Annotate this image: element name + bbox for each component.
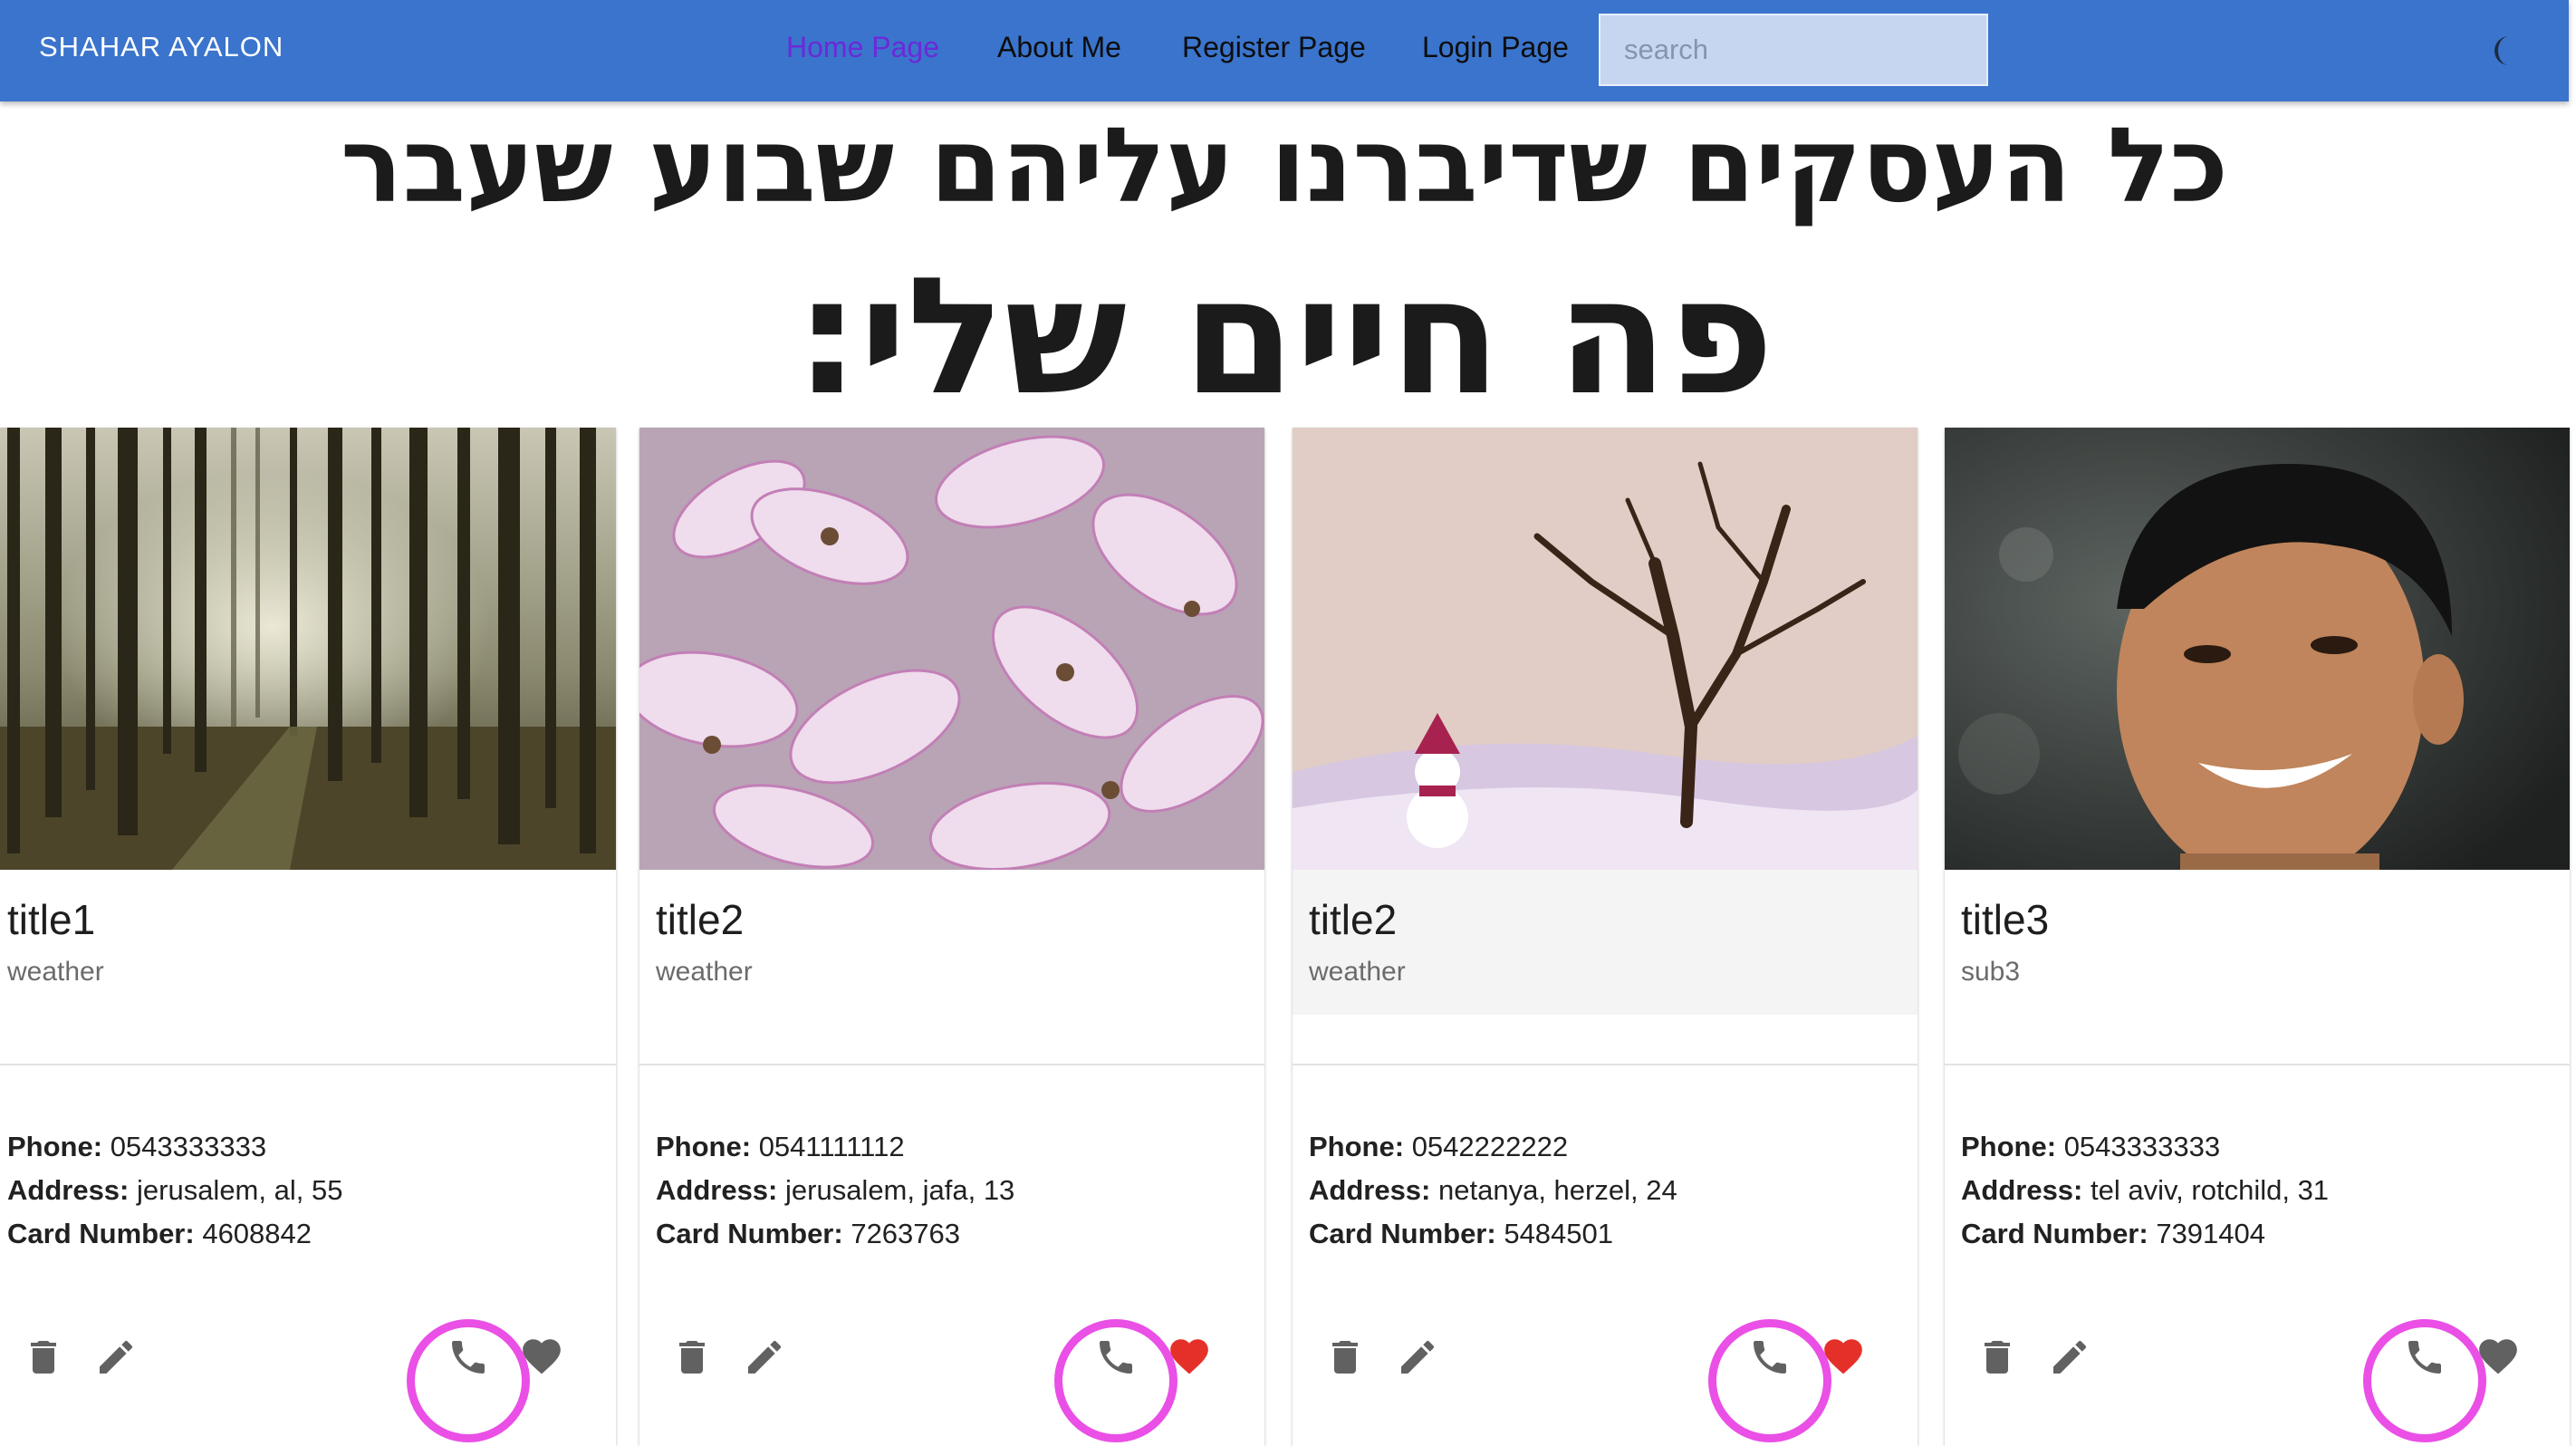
card-number-label: Card Number: xyxy=(1961,1218,2148,1249)
annotation-circle xyxy=(407,1319,530,1442)
phone-value: 0543333333 xyxy=(2063,1131,2221,1162)
edit-icon[interactable] xyxy=(2048,1335,2091,1379)
smiling-boy-photo[interactable] xyxy=(1945,428,2570,870)
card-header[interactable]: title2 weather xyxy=(639,870,1264,1033)
card-number-label: Card Number: xyxy=(656,1218,843,1249)
dark-mode-moon-icon[interactable] xyxy=(2489,33,2525,69)
forest-photo[interactable] xyxy=(0,428,616,870)
phone-label: Phone: xyxy=(1961,1131,2057,1162)
card-title: title3 xyxy=(1961,896,2050,943)
card-header[interactable]: title2 weather xyxy=(1293,870,1918,1015)
annotation-circle xyxy=(2363,1319,2486,1442)
card-subtitle: weather xyxy=(656,957,753,987)
nav-register-page[interactable]: Register Page xyxy=(1182,31,1366,64)
card-title: title2 xyxy=(656,896,745,943)
page-heading-my-life: פה חיים שלי: xyxy=(794,243,1774,430)
card-number-label: Card Number: xyxy=(1309,1218,1496,1249)
card-number: Card Number: 4608842 xyxy=(7,1218,312,1250)
address-label: Address: xyxy=(7,1174,130,1206)
address-label: Address: xyxy=(1309,1174,1431,1206)
card-subtitle: weather xyxy=(7,957,104,987)
address-label: Address: xyxy=(1961,1174,2083,1206)
annotation-circle xyxy=(1054,1319,1177,1442)
business-card[interactable]: title2 weather Phone: 0541111112 Address: j… xyxy=(639,428,1264,1446)
annotation-circle xyxy=(1708,1319,1831,1442)
card-phone: Phone: 0543333333 xyxy=(1961,1131,2220,1163)
snowman-tree-illustration[interactable] xyxy=(1293,428,1918,870)
phone-value: 0543333333 xyxy=(110,1131,267,1162)
page-edge xyxy=(2569,0,2576,1446)
card-number-value: 7391404 xyxy=(2156,1218,2266,1249)
edit-icon[interactable] xyxy=(1396,1335,1439,1379)
brand-name[interactable]: SHAHAR AYALON xyxy=(39,31,284,63)
nav-home-page[interactable]: Home Page xyxy=(786,31,939,64)
delete-icon[interactable] xyxy=(22,1335,65,1379)
pink-flowers-photo[interactable] xyxy=(639,428,1264,870)
nav-about-me[interactable]: About Me xyxy=(997,31,1121,64)
card-divider xyxy=(0,1064,616,1065)
address-value: jerusalem, al, 55 xyxy=(137,1174,343,1206)
card-number-label: Card Number: xyxy=(7,1218,195,1249)
card-phone: Phone: 0542222222 xyxy=(1309,1131,1568,1163)
business-card[interactable]: title2 weather Phone: 0542222222 Address: n… xyxy=(1293,428,1918,1446)
delete-icon[interactable] xyxy=(670,1335,714,1379)
card-number: Card Number: 7391404 xyxy=(1961,1218,2265,1250)
card-address: Address: tel aviv, rotchild, 31 xyxy=(1961,1174,2329,1207)
phone-value: 0541111112 xyxy=(758,1131,905,1162)
card-number-value: 4608842 xyxy=(202,1218,312,1249)
card-subtitle: weather xyxy=(1309,957,1406,987)
nav-login-page[interactable]: Login Page xyxy=(1422,31,1569,64)
card-divider xyxy=(1293,1064,1918,1065)
card-title: title2 xyxy=(1309,896,1398,943)
card-address: Address: jerusalem, jafa, 13 xyxy=(656,1174,1014,1207)
address-value: jerusalem, jafa, 13 xyxy=(785,1174,1015,1206)
delete-icon[interactable] xyxy=(1975,1335,2019,1379)
page-heading-businesses: כל העסקים שדיברנו עליהם שבוע שעבר xyxy=(340,105,2229,226)
card-number-value: 5484501 xyxy=(1504,1218,1614,1249)
phone-label: Phone: xyxy=(7,1131,103,1162)
card-phone: Phone: 0543333333 xyxy=(7,1131,266,1163)
card-subtitle: sub3 xyxy=(1961,957,2021,987)
card-number: Card Number: 5484501 xyxy=(1309,1218,1613,1250)
card-header[interactable]: title1 weather xyxy=(0,870,616,1033)
search-input[interactable] xyxy=(1599,14,1988,86)
card-title: title1 xyxy=(7,896,96,943)
phone-label: Phone: xyxy=(1309,1131,1405,1162)
card-number-value: 7263763 xyxy=(851,1218,961,1249)
phone-label: Phone: xyxy=(656,1131,752,1162)
address-label: Address: xyxy=(656,1174,778,1206)
address-value: netanya, herzel, 24 xyxy=(1438,1174,1677,1206)
phone-value: 0542222222 xyxy=(1411,1131,1569,1162)
business-card[interactable]: title1 weather Phone: 0543333333 Address: j… xyxy=(0,428,616,1446)
card-divider xyxy=(1945,1064,2570,1065)
card-address: Address: jerusalem, al, 55 xyxy=(7,1174,342,1207)
card-number: Card Number: 7263763 xyxy=(656,1218,960,1250)
card-header[interactable]: title3 sub3 xyxy=(1945,870,2570,1033)
card-divider xyxy=(639,1064,1264,1065)
edit-icon[interactable] xyxy=(94,1335,138,1379)
address-value: tel aviv, rotchild, 31 xyxy=(2091,1174,2330,1206)
business-card[interactable]: title3 sub3 Phone: 0543333333 Address: tel … xyxy=(1945,428,2570,1446)
app-bar: SHAHAR AYALON Home Page About Me Registe… xyxy=(0,0,2569,101)
edit-icon[interactable] xyxy=(743,1335,786,1379)
card-address: Address: netanya, herzel, 24 xyxy=(1309,1174,1677,1207)
card-phone: Phone: 0541111112 xyxy=(656,1131,905,1163)
delete-icon[interactable] xyxy=(1323,1335,1367,1379)
